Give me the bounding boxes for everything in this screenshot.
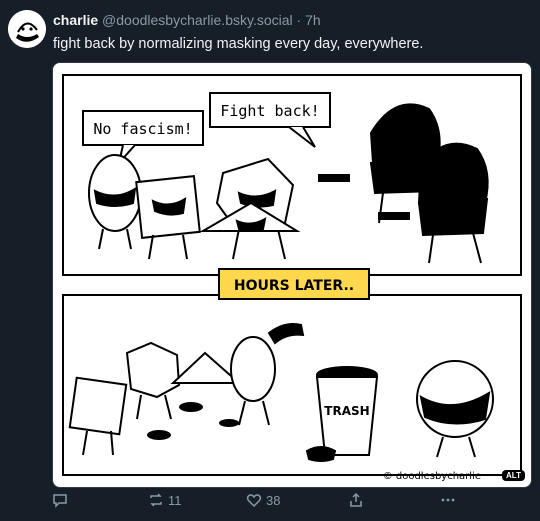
trash-label: TRASH (324, 404, 369, 418)
author-handle[interactable]: @doodlesbycharlie.bsky.social (102, 12, 293, 28)
ellipsis-icon (441, 498, 455, 502)
separator: · (296, 12, 302, 28)
share-button[interactable] (348, 492, 364, 508)
reply-button[interactable] (52, 492, 72, 508)
heart-icon (246, 494, 262, 508)
alt-badge[interactable]: ALT (502, 470, 525, 481)
repost-button[interactable]: 11 (148, 492, 182, 508)
comic-illustration: No fascism! Fight back! HOURS LATER.. TR… (62, 74, 522, 482)
more-options-button[interactable] (440, 492, 456, 508)
repost-count: 11 (168, 492, 182, 508)
action-bar: 11 38 (0, 490, 540, 514)
post-text: fight back by normalizing masking every … (53, 36, 424, 52)
credit-text: © doodlesbycharlie (383, 471, 481, 482)
bubble-left-text: No fascism! (93, 120, 192, 138)
post-time[interactable]: 7h (305, 12, 321, 28)
share-icon (350, 492, 362, 507)
post: charlie @doodlesbycharlie.bsky.social · … (0, 0, 540, 521)
bubble-right-text: Fight back! (220, 102, 319, 120)
avatar-doodle-icon (8, 10, 46, 48)
avatar[interactable] (8, 10, 46, 48)
repost-icon (150, 493, 162, 507)
post-image[interactable]: No fascism! Fight back! HOURS LATER.. TR… (52, 62, 532, 488)
like-count: 38 (266, 492, 281, 508)
reply-icon (53, 494, 67, 508)
post-header: charlie @doodlesbycharlie.bsky.social · … (53, 12, 321, 28)
caption-text: HOURS LATER.. (234, 278, 354, 294)
author-name[interactable]: charlie (53, 12, 98, 28)
like-button[interactable]: 38 (246, 492, 280, 508)
